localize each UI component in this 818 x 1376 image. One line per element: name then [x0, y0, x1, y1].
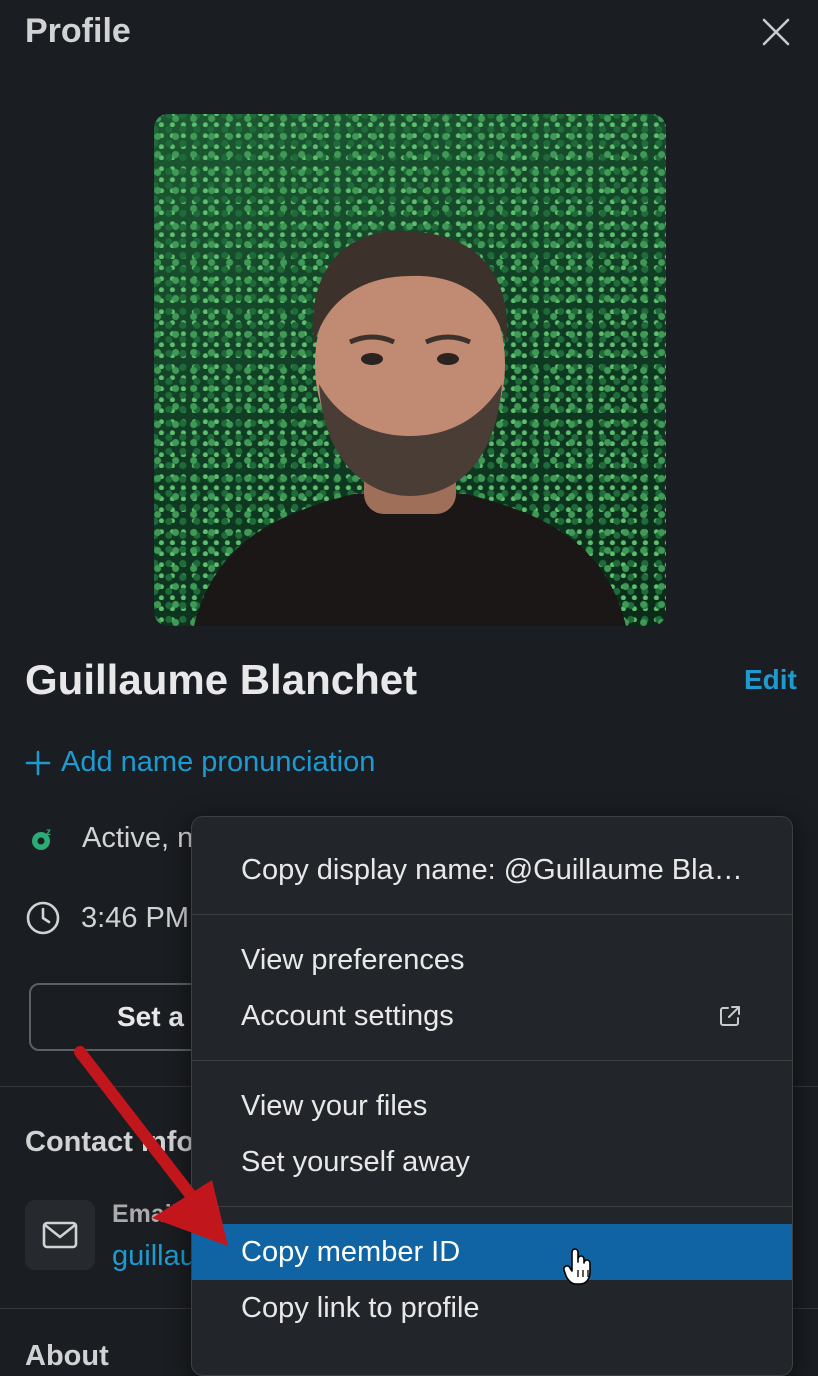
profile-portrait [194, 230, 626, 626]
menu-item-label: Set yourself away [241, 1145, 470, 1178]
plus-icon [25, 750, 51, 775]
menu-item-label: Copy link to profile [241, 1291, 480, 1324]
menu-item-copy-member-id[interactable]: Copy member ID [192, 1224, 792, 1280]
email-icon-box [25, 1200, 95, 1270]
clock-icon [26, 901, 60, 935]
profile-context-menu: Copy display name: @Guillaume Bla… View … [191, 816, 793, 1376]
menu-item-label: View your files [241, 1089, 428, 1122]
profile-name: Guillaume Blanchet [25, 656, 418, 703]
menu-item-view-preferences[interactable]: View preferences [192, 932, 792, 988]
close-button[interactable] [758, 14, 794, 50]
external-link-icon [720, 1006, 740, 1026]
status-text: Active, n [82, 822, 194, 854]
menu-item-copy-display-name[interactable]: Copy display name: @Guillaume Bla… [192, 842, 792, 898]
menu-separator [192, 1206, 792, 1207]
menu-item-account-settings[interactable]: Account settings [192, 988, 792, 1044]
menu-item-label: View preferences [241, 943, 465, 976]
about-heading: About [25, 1340, 109, 1372]
menu-item-view-files[interactable]: View your files [192, 1078, 792, 1134]
svg-text:z: z [46, 827, 51, 838]
close-icon [762, 18, 790, 46]
menu-item-set-away[interactable]: Set yourself away [192, 1134, 792, 1190]
menu-item-copy-link[interactable]: Copy link to profile [192, 1280, 792, 1336]
menu-item-label: Copy member ID [241, 1235, 461, 1268]
snooze-status-icon: z [32, 827, 51, 850]
local-time-text: 3:46 PM [81, 901, 189, 934]
menu-item-label: Copy display name: @Guillaume Bla… [241, 853, 743, 886]
contact-info-heading: Contact info [25, 1126, 195, 1158]
menu-separator [192, 914, 792, 915]
profile-photo [154, 114, 666, 626]
email-address-link[interactable]: guillau [112, 1240, 196, 1273]
email-label: Email A [112, 1200, 203, 1228]
presence-status: z Active, n [30, 822, 193, 855]
panel-title: Profile [25, 12, 131, 50]
edit-profile-link[interactable]: Edit [744, 664, 797, 696]
add-name-pronunciation-label: Add name pronunciation [61, 746, 376, 778]
envelope-icon [42, 1221, 78, 1249]
menu-separator [192, 1060, 792, 1061]
local-time: 3:46 PM [25, 900, 189, 936]
hand-pointer-icon [563, 1248, 591, 1285]
menu-item-label: Account settings [241, 999, 454, 1032]
add-name-pronunciation-link[interactable]: Add name pronunciation [25, 746, 375, 779]
